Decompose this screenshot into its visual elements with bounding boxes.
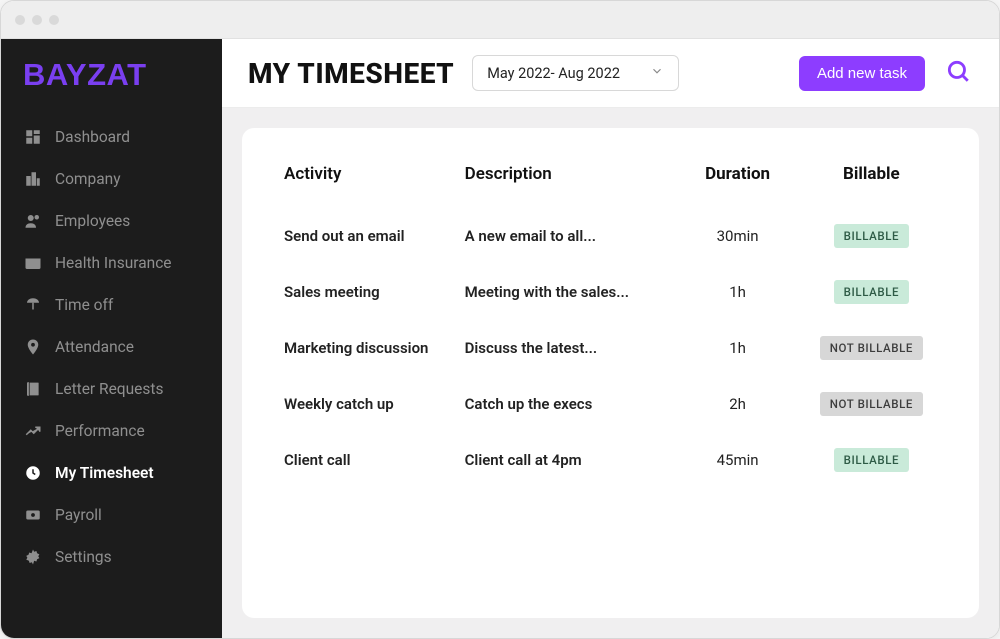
sidebar-item-label: Dashboard xyxy=(55,128,130,146)
cell-billable: BILLABLE xyxy=(798,208,945,264)
sidebar-item-payroll[interactable]: Payroll xyxy=(1,495,222,535)
cell-billable: NOT BILLABLE xyxy=(798,376,945,432)
billable-badge: BILLABLE xyxy=(834,224,909,248)
employees-icon xyxy=(23,211,43,231)
sidebar-item-label: Attendance xyxy=(55,338,134,356)
not-billable-badge: NOT BILLABLE xyxy=(820,392,923,416)
sidebar-item-health-insurance[interactable]: Health Insurance xyxy=(1,243,222,283)
table-row[interactable]: Sales meetingMeeting with the sales...1h… xyxy=(276,264,945,320)
sidebar-item-performance[interactable]: Performance xyxy=(1,411,222,451)
cell-duration: 1h xyxy=(677,320,797,376)
cell-activity: Client call xyxy=(276,432,457,488)
cell-billable: NOT BILLABLE xyxy=(798,320,945,376)
col-header-billable: Billable xyxy=(798,156,945,208)
sidebar-item-my-timesheet[interactable]: My Timesheet xyxy=(1,453,222,493)
page-title: MY TIMESHEET xyxy=(248,57,454,90)
payroll-icon xyxy=(23,505,43,525)
timesheet-table: Activity Description Duration Billable S… xyxy=(276,156,945,488)
cell-activity: Send out an email xyxy=(276,208,457,264)
timeoff-icon xyxy=(23,295,43,315)
date-range-select[interactable]: May 2022- Aug 2022 xyxy=(472,55,679,91)
cell-description: A new email to all... xyxy=(457,208,678,264)
not-billable-badge: NOT BILLABLE xyxy=(820,336,923,360)
cell-description: Discuss the latest... xyxy=(457,320,678,376)
letter-icon xyxy=(23,379,43,399)
add-task-button[interactable]: Add new task xyxy=(799,56,925,91)
cell-activity: Marketing discussion xyxy=(276,320,457,376)
timesheet-card: Activity Description Duration Billable S… xyxy=(242,128,979,618)
window-control-dot[interactable] xyxy=(15,15,25,25)
sidebar-item-employees[interactable]: Employees xyxy=(1,201,222,241)
cell-billable: BILLABLE xyxy=(798,264,945,320)
table-row[interactable]: Client callClient call at 4pm45min BILLAB… xyxy=(276,432,945,488)
page-header: MY TIMESHEET May 2022- Aug 2022 Add new … xyxy=(222,39,999,108)
sidebar-item-label: Settings xyxy=(55,548,112,566)
main-content: MY TIMESHEET May 2022- Aug 2022 Add new … xyxy=(222,39,999,638)
sidebar-item-letter-requests[interactable]: Letter Requests xyxy=(1,369,222,409)
table-row[interactable]: Send out an emailA new email to all...30… xyxy=(276,208,945,264)
cell-duration: 1h xyxy=(677,264,797,320)
search-button[interactable] xyxy=(943,58,973,88)
cell-description: Catch up the execs xyxy=(457,376,678,432)
cell-duration: 45min xyxy=(677,432,797,488)
window-control-dot[interactable] xyxy=(49,15,59,25)
sidebar-item-dashboard[interactable]: Dashboard xyxy=(1,117,222,157)
sidebar-nav: Dashboard Company Employees Health Insuranc… xyxy=(1,109,222,585)
sidebar-item-label: Health Insurance xyxy=(55,254,172,272)
cell-billable: BILLABLE xyxy=(798,432,945,488)
brand-logo: BAYZAT xyxy=(1,57,222,109)
performance-icon xyxy=(23,421,43,441)
sidebar-item-company[interactable]: Company xyxy=(1,159,222,199)
billable-badge: BILLABLE xyxy=(834,280,909,304)
sidebar: BAYZAT Dashboard Company Employees Health I… xyxy=(1,39,222,638)
cell-activity: Weekly catch up xyxy=(276,376,457,432)
sidebar-item-label: Payroll xyxy=(55,506,102,524)
col-header-duration: Duration xyxy=(677,156,797,208)
company-icon xyxy=(23,169,43,189)
col-header-description: Description xyxy=(457,156,678,208)
billable-badge: BILLABLE xyxy=(834,448,909,472)
table-row[interactable]: Weekly catch upCatch up the execs2h NOT B… xyxy=(276,376,945,432)
cell-activity: Sales meeting xyxy=(276,264,457,320)
sidebar-item-attendance[interactable]: Attendance xyxy=(1,327,222,367)
cell-description: Meeting with the sales... xyxy=(457,264,678,320)
sidebar-item-label: Company xyxy=(55,170,121,188)
timesheet-icon xyxy=(23,463,43,483)
cell-duration: 30min xyxy=(677,208,797,264)
app-window: BAYZAT Dashboard Company Employees Health I… xyxy=(0,0,1000,639)
cell-duration: 2h xyxy=(677,376,797,432)
date-range-value: May 2022- Aug 2022 xyxy=(487,65,620,82)
app-body: BAYZAT Dashboard Company Employees Health I… xyxy=(1,39,999,638)
sidebar-item-label: Time off xyxy=(55,296,113,314)
dashboard-icon xyxy=(23,127,43,147)
sidebar-item-label: Performance xyxy=(55,422,145,440)
sidebar-item-time-off[interactable]: Time off xyxy=(1,285,222,325)
health-icon xyxy=(23,253,43,273)
table-row[interactable]: Marketing discussionDiscuss the latest..… xyxy=(276,320,945,376)
sidebar-item-settings[interactable]: Settings xyxy=(1,537,222,577)
titlebar xyxy=(1,1,999,39)
settings-icon xyxy=(23,547,43,567)
sidebar-item-label: My Timesheet xyxy=(55,464,154,482)
sidebar-item-label: Letter Requests xyxy=(55,380,163,398)
window-control-dot[interactable] xyxy=(32,15,42,25)
sidebar-item-label: Employees xyxy=(55,212,130,230)
attendance-icon xyxy=(23,337,43,357)
col-header-activity: Activity xyxy=(276,156,457,208)
search-icon xyxy=(945,58,971,88)
chevron-down-icon xyxy=(650,64,664,82)
cell-description: Client call at 4pm xyxy=(457,432,678,488)
